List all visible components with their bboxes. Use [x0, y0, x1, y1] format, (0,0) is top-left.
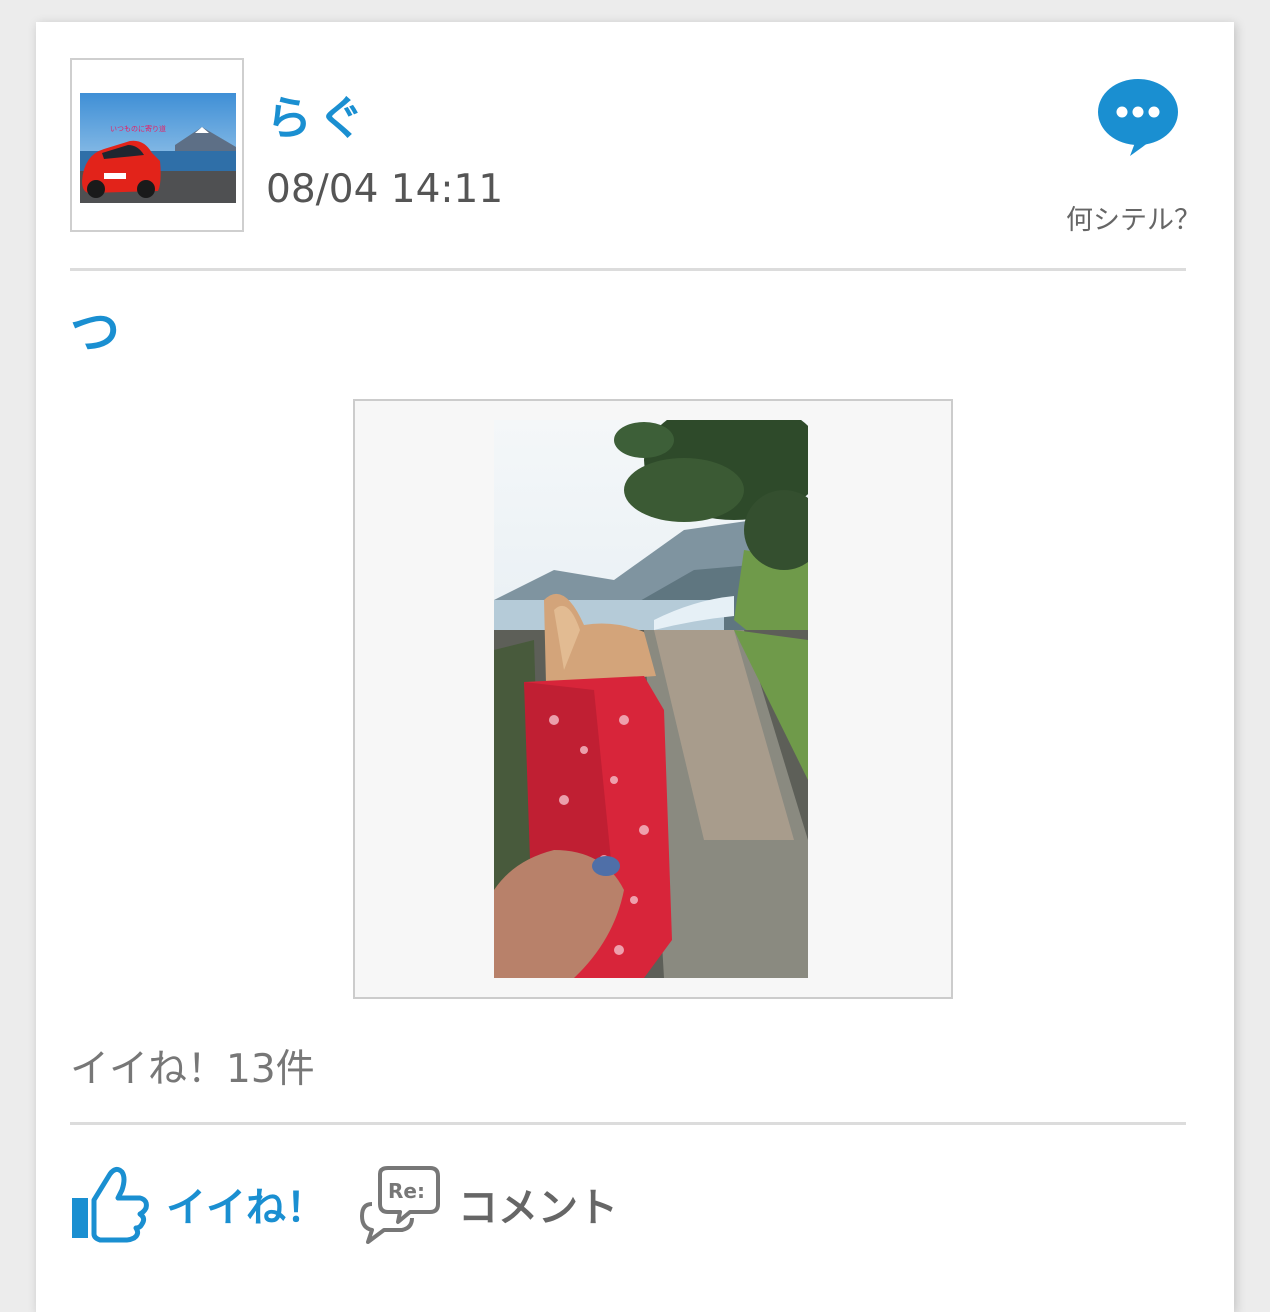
- speech-bubble-icon: [1098, 79, 1178, 156]
- post-photo[interactable]: [353, 399, 953, 999]
- like-button[interactable]: イイね！: [70, 1162, 326, 1246]
- thumbs-up-icon: [72, 1166, 149, 1243]
- username[interactable]: らぐ: [266, 82, 370, 148]
- avatar[interactable]: いつものに寄り道: [70, 58, 244, 232]
- like-label: イイね！: [166, 1185, 326, 1231]
- status-bubble-button[interactable]: [1096, 78, 1180, 158]
- post-timestamp: 08/04 14:11: [266, 167, 504, 212]
- status-prompt-label[interactable]: 何シテル？: [1066, 198, 1201, 237]
- comment-label: コメント: [458, 1185, 618, 1231]
- avatar-image: いつものに寄り道: [80, 93, 236, 203]
- avatar-caption: いつものに寄り道: [110, 124, 166, 133]
- comment-badge: Re:: [388, 1179, 425, 1203]
- post-photo-image: [494, 420, 808, 978]
- re-comment-bubble-icon: Re:: [360, 1166, 440, 1244]
- footer-divider: [70, 1122, 1186, 1125]
- post-title: つ: [70, 303, 120, 361]
- likes-count[interactable]: イイね！13件: [70, 1038, 315, 1094]
- comment-button[interactable]: Re: コメント: [358, 1162, 618, 1246]
- header-divider: [70, 268, 1186, 271]
- post-card: いつものに寄り道 らぐ 08/04 14:11 何シテル？ つ イイね！13件 …: [36, 22, 1234, 1312]
